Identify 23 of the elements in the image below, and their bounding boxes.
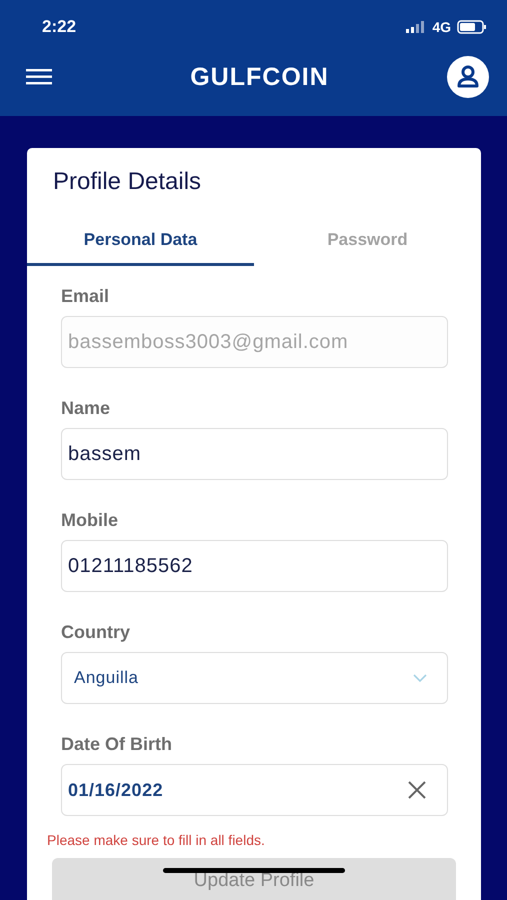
tab[interactable]: Personal Data (27, 222, 254, 266)
clear-icon (407, 780, 427, 800)
field-label: Country (61, 622, 131, 643)
profile-button[interactable] (446, 56, 489, 98)
input-field[interactable]: bassem (61, 428, 448, 480)
card-title: Profile Details (52, 167, 202, 196)
menu-icon (26, 68, 52, 86)
input-field[interactable]: 01211185562 (61, 540, 448, 592)
error-message: Please make sure to fill in all fields. (47, 832, 266, 848)
date-field[interactable]: 01/16/2022 (61, 764, 448, 816)
app-logo: GULFCOIN (190, 62, 329, 92)
status-time: 2:22 (42, 17, 76, 37)
network-label: 4G (432, 19, 451, 35)
battery-icon (457, 20, 487, 34)
menu-button[interactable] (26, 68, 52, 86)
country-dropdown[interactable]: Anguilla (61, 652, 448, 704)
field-label: Email (61, 286, 110, 307)
field-label: Name (61, 398, 112, 419)
field-label: Date Of Birth (61, 734, 174, 755)
signal-icon (406, 21, 426, 33)
chevron-down-icon (413, 674, 427, 682)
user-icon (446, 56, 489, 98)
field-label: Mobile (61, 510, 119, 531)
